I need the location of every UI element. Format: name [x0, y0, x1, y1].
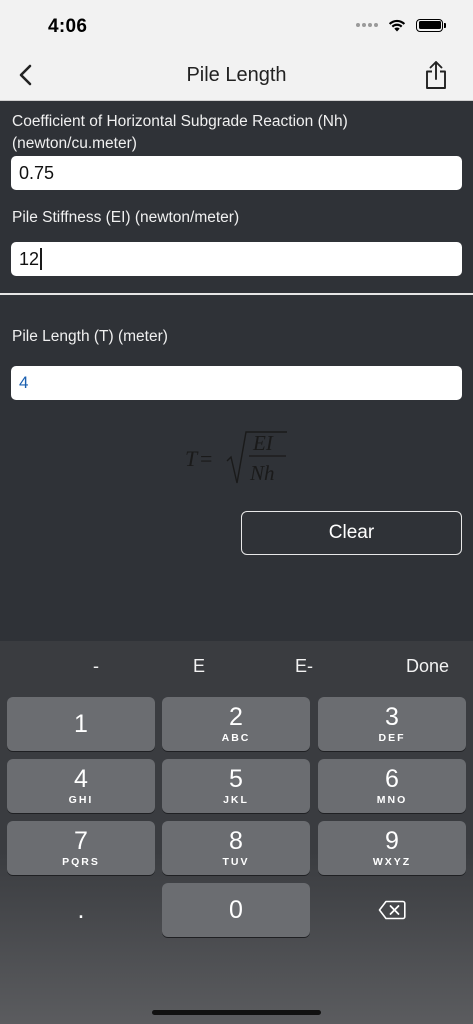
key-digit: 7 [74, 827, 88, 855]
clear-button[interactable]: Clear [241, 511, 462, 555]
status-bar: 4:06 [0, 0, 473, 50]
ei-input[interactable]: 12 [11, 242, 462, 276]
backspace-icon [378, 900, 406, 920]
ei-label: Pile Stiffness (EI) (newton/meter) [12, 209, 240, 226]
key-letters: ABC [221, 732, 251, 744]
status-icons [356, 18, 446, 32]
key-digit: 3 [385, 703, 399, 731]
minus-key[interactable]: - [93, 656, 99, 677]
key-4[interactable]: 4 GHI [7, 759, 155, 813]
formula-denominator: Nh [249, 461, 275, 485]
key-letters: GHI [68, 794, 94, 806]
delete-key[interactable] [318, 883, 466, 937]
wifi-icon [388, 19, 406, 32]
key-digit: 8 [229, 827, 243, 855]
key-5[interactable]: 5 JKL [162, 759, 310, 813]
t-label: Pile Length (T) (meter) [12, 328, 168, 345]
formula: T = EI Nh [185, 431, 287, 485]
key-digit: 2 [229, 703, 243, 731]
key-digit: 4 [74, 765, 88, 793]
battery-icon [416, 18, 446, 32]
nh-input[interactable]: 0.75 [11, 156, 462, 190]
text-caret [40, 248, 43, 270]
decimal-key[interactable]: . [7, 883, 155, 937]
key-letters: TUV [222, 856, 250, 868]
keyboard-accessory-bar: - E E- Done [0, 641, 473, 691]
key-letters: WXYZ [372, 856, 412, 868]
key-letters: MNO [376, 794, 408, 806]
page-title: Pile Length [186, 64, 287, 86]
key-letters: DEF [378, 732, 406, 744]
done-key[interactable]: Done [406, 656, 449, 677]
key-digit: 1 [74, 710, 88, 738]
key-0[interactable]: 0 [162, 883, 310, 937]
share-button[interactable] [421, 58, 451, 92]
key-2[interactable]: 2 ABC [162, 697, 310, 751]
formula-numerator: EI [252, 431, 274, 455]
formula-lhs: T [185, 446, 199, 471]
status-time: 4:06 [48, 16, 88, 37]
key-9[interactable]: 9 WXYZ [318, 821, 466, 875]
share-icon [426, 61, 446, 89]
key-letters: PQRS [62, 856, 100, 868]
nh-input-value: 0.75 [19, 162, 55, 183]
nh-unit-label: (newton/cu.meter) [12, 135, 137, 152]
key-digit: 0 [229, 896, 243, 924]
key-digit: 6 [385, 765, 399, 793]
navigation-bar: Pile Length [0, 50, 473, 101]
formula-equals: = [200, 446, 212, 471]
key-7[interactable]: 7 PQRS [7, 821, 155, 875]
exponent-key[interactable]: E [193, 656, 205, 677]
key-8[interactable]: 8 TUV [162, 821, 310, 875]
negative-exponent-key[interactable]: E- [295, 656, 313, 677]
key-digit: 9 [385, 827, 399, 855]
t-output-value: 4 [19, 373, 29, 392]
ei-input-value: 12 [19, 248, 40, 269]
key-3[interactable]: 3 DEF [318, 697, 466, 751]
key-1[interactable]: 1 [7, 697, 155, 751]
t-output[interactable]: 4 [11, 366, 462, 400]
key-digit: . [77, 896, 85, 924]
numeric-keyboard: - E E- Done 1 2 ABC 3 DEF 4 GHI 5 JKL 6 MNO 7… [0, 641, 473, 1024]
key-letters: JKL [223, 794, 249, 806]
key-digit: 5 [229, 765, 243, 793]
nh-label: Coefficient of Horizontal Subgrade React… [12, 113, 348, 130]
key-6[interactable]: 6 MNO [318, 759, 466, 813]
section-divider [0, 293, 473, 295]
home-indicator [152, 1010, 321, 1015]
signal-icon [356, 23, 378, 27]
